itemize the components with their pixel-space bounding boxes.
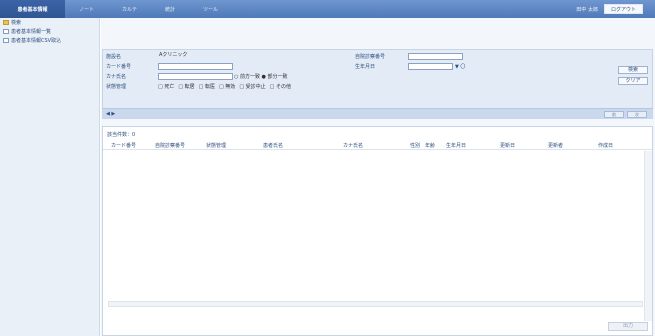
tab-tools[interactable]: ツール	[189, 0, 232, 18]
checkbox-invalid[interactable]: □ 無効	[219, 82, 235, 92]
col-age[interactable]: 年齢	[425, 142, 435, 149]
horizontal-scrollbar[interactable]	[108, 301, 643, 307]
main-content: 施設名 Aクリニック 自院診察番号 カード番号 生年月日 ▼ 〇 カナ氏名 ○ …	[101, 18, 655, 336]
pager-bar: ◀ ▶ 前 次	[102, 108, 653, 119]
col-updater[interactable]: 更新者	[548, 142, 563, 149]
results-panel: 該当件数：0 カード番号 自院診察番号 状態管理 患者氏名 カナ氏名 性別 年齢…	[102, 126, 653, 336]
tab-chart[interactable]: カルテ	[108, 0, 151, 18]
doc-icon	[3, 38, 9, 43]
search-button[interactable]: 検索	[618, 66, 648, 74]
result-count: 該当件数：0	[107, 132, 136, 138]
output-button[interactable]: 出力	[608, 322, 648, 331]
label-card: カード番号	[106, 64, 132, 70]
col-name[interactable]: 患者氏名	[263, 142, 283, 149]
sidebar: 検索 患者基本情報一覧 患者基本情報CSV取込	[0, 18, 100, 336]
tab-stats[interactable]: 統計	[151, 0, 189, 18]
tab-patient-info[interactable]: 患者基本情報	[0, 0, 65, 18]
logout-button[interactable]: ログアウト	[603, 4, 643, 14]
label-birth: 生年月日	[355, 64, 376, 70]
sidebar-item-csv-import[interactable]: 患者基本情報CSV取込	[0, 36, 99, 45]
label-clinic: 施設名	[106, 54, 122, 60]
checkbox-transfer[interactable]: □ 転医	[199, 82, 215, 92]
sidebar-item-label: 患者基本情報一覧	[11, 29, 52, 35]
col-sex[interactable]: 性別	[410, 142, 420, 149]
sidebar-item-search[interactable]: 検索	[0, 18, 99, 27]
checkbox-dead[interactable]: □ 死亡	[158, 82, 174, 92]
kana-input[interactable]	[158, 73, 233, 80]
col-card[interactable]: カード番号	[111, 142, 136, 149]
col-status[interactable]: 状態管理	[206, 142, 226, 149]
label-kana: カナ氏名	[106, 74, 127, 80]
folder-icon	[3, 20, 9, 25]
prev-button[interactable]: 前	[604, 111, 624, 118]
col-kana[interactable]: カナ氏名	[343, 142, 363, 149]
sidebar-item-patient-list[interactable]: 患者基本情報一覧	[0, 27, 99, 36]
vertical-scrollbar[interactable]	[644, 151, 652, 321]
clinic-value: Aクリニック	[159, 52, 188, 58]
status-checkboxes: □ 死亡 □ 転居 □ 転医 □ 無効 □ 受診中止 □ その他	[158, 82, 291, 92]
birth-input[interactable]	[408, 63, 453, 70]
table-header: カード番号 自院診察番号 状態管理 患者氏名 カナ氏名 性別 年齢 生年月日 更…	[103, 140, 652, 150]
user-area: 田中 太郎 ログアウト	[576, 0, 643, 18]
checkbox-stopped[interactable]: □ 受診中止	[239, 82, 265, 92]
sidebar-item-label: 検索	[11, 20, 22, 26]
col-birth[interactable]: 生年月日	[446, 142, 466, 149]
col-updated[interactable]: 更新日	[500, 142, 515, 149]
birth-suffix: ▼ 〇	[455, 64, 466, 70]
next-button[interactable]: 次	[627, 111, 647, 118]
tab-notes[interactable]: ノート	[65, 0, 108, 18]
match-radio-group[interactable]: ○ 前方一致 ● 部分一致	[234, 72, 288, 82]
col-created[interactable]: 作成日	[598, 142, 613, 149]
label-status: 状態管理	[106, 84, 127, 90]
tmp-no-input[interactable]	[408, 53, 463, 60]
checkbox-moved[interactable]: □ 転居	[178, 82, 194, 92]
top-nav-bar: 患者基本情報 ノート カルテ 統計 ツール 田中 太郎 ログアウト	[0, 0, 655, 18]
sidebar-item-label: 患者基本情報CSV取込	[11, 38, 62, 44]
col-tmp-no[interactable]: 自院診察番号	[155, 142, 185, 149]
checkbox-other[interactable]: □ その他	[270, 82, 291, 92]
pager-arrows[interactable]: ◀ ▶	[106, 111, 115, 117]
label-tmp-no: 自院診察番号	[355, 54, 386, 60]
doc-icon	[3, 29, 9, 34]
card-input[interactable]	[158, 63, 233, 70]
user-name: 田中 太郎	[576, 6, 598, 13]
clear-button[interactable]: クリア	[618, 77, 648, 85]
